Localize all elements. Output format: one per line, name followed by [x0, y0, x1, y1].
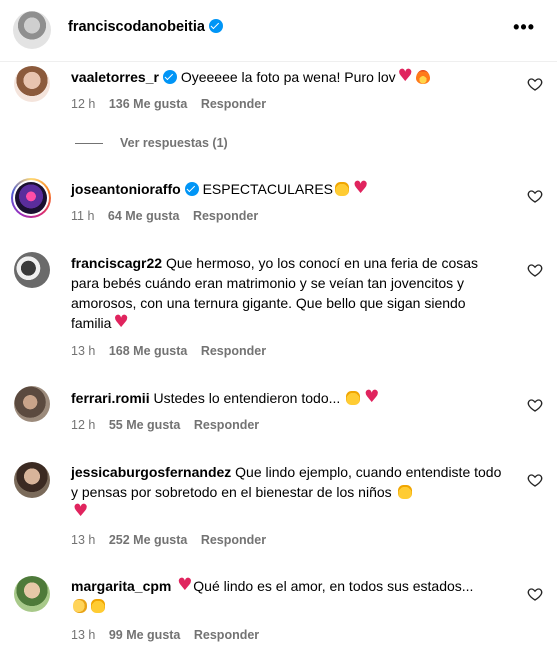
- like-heart-icon[interactable]: [527, 586, 543, 602]
- comment-text: vaaletorres_r Oyeeeee la foto pa wena! P…: [71, 67, 511, 87]
- comment-meta: 13 h 252 Me gusta Responder: [71, 533, 276, 547]
- comment-meta: 13 h 168 Me gusta Responder: [71, 344, 276, 358]
- heart-emoji-icon: [398, 69, 413, 84]
- comment-likes[interactable]: 64 Me gusta: [108, 209, 180, 223]
- comment-username[interactable]: jessicaburgosfernandez: [71, 464, 231, 480]
- avatar[interactable]: [14, 252, 50, 288]
- avatar[interactable]: [14, 66, 50, 102]
- heart-emoji-icon: [113, 315, 128, 330]
- heart-emoji-icon: [73, 504, 88, 519]
- verified-badge-icon: [184, 182, 199, 196]
- like-heart-icon[interactable]: [527, 76, 543, 92]
- comment-username[interactable]: vaaletorres_r: [71, 69, 159, 85]
- reply-button[interactable]: Responder: [194, 628, 259, 642]
- comment-time: 12 h: [71, 97, 96, 111]
- reply-button[interactable]: Responder: [194, 418, 259, 432]
- comment-text: franciscagr22 Que hermoso, yo los conocí…: [71, 253, 491, 333]
- verified-badge-icon: [162, 70, 177, 84]
- reply-button[interactable]: Responder: [201, 97, 266, 111]
- comment-time: 12 h: [71, 418, 96, 432]
- verified-badge-icon: [208, 19, 223, 33]
- comment-meta: 12 h 136 Me gusta Responder: [71, 97, 276, 111]
- raising-hands-emoji-icon: [91, 599, 105, 613]
- post-author-username[interactable]: franciscodanobeitia: [68, 19, 223, 35]
- reply-button[interactable]: Responder: [201, 344, 266, 358]
- like-heart-icon[interactable]: [527, 188, 543, 204]
- clapping-hands-emoji-icon: [73, 599, 87, 613]
- like-heart-icon[interactable]: [527, 472, 543, 488]
- raising-hands-emoji-icon: [346, 391, 361, 405]
- comment-meta: 11 h 64 Me gusta Responder: [71, 209, 268, 223]
- avatar[interactable]: [14, 462, 50, 498]
- avatar[interactable]: [13, 11, 51, 49]
- avatar[interactable]: [11, 178, 51, 218]
- comment-username[interactable]: ferrari.romii: [71, 390, 150, 406]
- comment-meta: 12 h 55 Me gusta Responder: [71, 418, 269, 432]
- comment-text: jessicaburgosfernandez Que lindo ejemplo…: [71, 462, 511, 522]
- comment-likes[interactable]: 252 Me gusta: [109, 533, 188, 547]
- like-heart-icon[interactable]: [527, 397, 543, 413]
- comment-username[interactable]: joseantonioraffo: [71, 181, 181, 197]
- post-header: franciscodanobeitia •••: [0, 0, 557, 62]
- comment-text: ferrari.romii Ustedes lo entendieron tod…: [71, 388, 511, 408]
- comment-text: joseantonioraffo ESPECTACULARES: [71, 179, 511, 199]
- comment-text: margarita_cpm Qué lindo es el amor, en t…: [71, 576, 491, 616]
- replies-divider: [75, 143, 103, 144]
- fire-emoji-icon: [415, 70, 430, 84]
- raising-hands-emoji-icon: [335, 182, 350, 196]
- reply-button[interactable]: Responder: [193, 209, 258, 223]
- raising-hands-emoji-icon: [397, 485, 412, 499]
- comment-likes[interactable]: 168 Me gusta: [109, 344, 188, 358]
- more-options-icon[interactable]: •••: [513, 17, 535, 38]
- comment-likes[interactable]: 55 Me gusta: [109, 418, 181, 432]
- comment-time: 11 h: [71, 209, 95, 223]
- avatar[interactable]: [14, 386, 50, 422]
- comment-likes[interactable]: 136 Me gusta: [109, 97, 188, 111]
- comment-meta: 13 h 99 Me gusta Responder: [71, 628, 269, 642]
- comment-username[interactable]: franciscagr22: [71, 255, 162, 271]
- comment-likes[interactable]: 99 Me gusta: [109, 628, 181, 642]
- heart-emoji-icon: [353, 181, 368, 196]
- avatar[interactable]: [14, 576, 50, 612]
- like-heart-icon[interactable]: [527, 262, 543, 278]
- comment-time: 13 h: [71, 344, 96, 358]
- comment-time: 13 h: [71, 533, 96, 547]
- comment-username[interactable]: margarita_cpm: [71, 578, 171, 594]
- view-replies-link[interactable]: Ver respuestas (1): [120, 136, 228, 150]
- heart-emoji-icon: [177, 578, 192, 593]
- comment-time: 13 h: [71, 628, 96, 642]
- heart-emoji-icon: [364, 390, 379, 405]
- reply-button[interactable]: Responder: [201, 533, 266, 547]
